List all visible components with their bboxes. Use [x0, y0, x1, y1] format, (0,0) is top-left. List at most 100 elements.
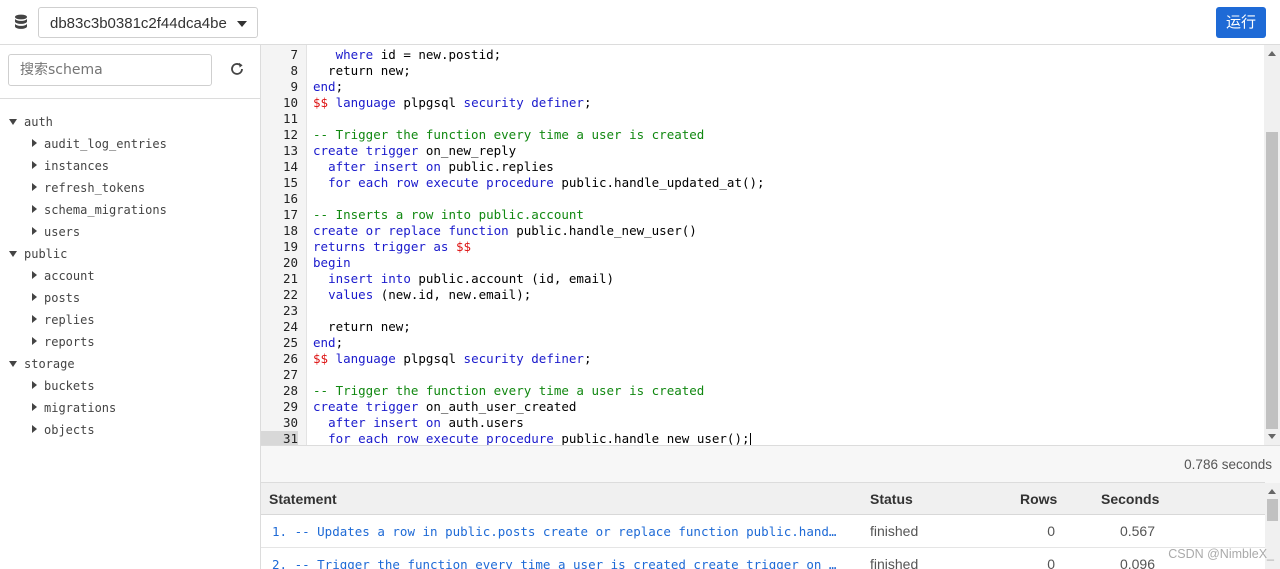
- chevron-down-icon: [237, 21, 247, 27]
- code-line[interactable]: 14 after insert on public.replies: [261, 159, 1264, 175]
- table-node[interactable]: reports: [0, 332, 260, 354]
- line-number: 27: [282, 367, 298, 382]
- line-number: 25: [282, 335, 298, 350]
- code-token: $$: [313, 95, 329, 110]
- tree-node-label: instances: [44, 159, 110, 173]
- code-line[interactable]: 22 values (new.id, new.email);: [261, 287, 1264, 303]
- schema-node[interactable]: public: [0, 244, 260, 266]
- code-token: public.account (id, email): [410, 271, 615, 286]
- caret-down-icon[interactable]: [9, 361, 17, 367]
- tree-node-label: refresh_tokens: [44, 181, 146, 195]
- line-number: 8: [290, 63, 298, 78]
- line-number: 16: [282, 191, 298, 206]
- code-line[interactable]: 13 create trigger on_new_reply: [261, 143, 1264, 159]
- code-line[interactable]: 21 insert into public.account (id, email…: [261, 271, 1264, 287]
- code-line[interactable]: 30 after insert on auth.users: [261, 415, 1264, 431]
- caret-right-icon[interactable]: [32, 227, 37, 235]
- code-line[interactable]: 11: [261, 111, 1264, 127]
- table-node[interactable]: instances: [0, 156, 260, 178]
- table-node[interactable]: replies: [0, 310, 260, 332]
- table-node[interactable]: refresh_tokens: [0, 178, 260, 200]
- table-node[interactable]: migrations: [0, 398, 260, 420]
- col-rows[interactable]: Rows: [1020, 491, 1057, 507]
- sql-editor[interactable]: 7 where id = new.postid; 8 return new; 9 en…: [261, 45, 1264, 445]
- code-line[interactable]: 29 create trigger on_auth_user_created: [261, 399, 1264, 415]
- table-node[interactable]: users: [0, 222, 260, 244]
- code-token: plpgsql: [395, 351, 464, 366]
- caret-right-icon[interactable]: [32, 293, 37, 301]
- scroll-up-icon[interactable]: [1268, 489, 1276, 494]
- code-line[interactable]: 7 where id = new.postid;: [261, 47, 1264, 63]
- caret-down-icon[interactable]: [9, 251, 17, 257]
- code-line[interactable]: 25 end;: [261, 335, 1264, 351]
- caret-right-icon[interactable]: [32, 425, 37, 433]
- code-line[interactable]: 12 -- Trigger the function every time a u…: [261, 127, 1264, 143]
- result-statement-link[interactable]: 1. -- Updates a row in public.posts crea…: [272, 524, 852, 539]
- editor-scrollbar[interactable]: [1264, 45, 1280, 445]
- table-node[interactable]: buckets: [0, 376, 260, 398]
- code-line[interactable]: 16: [261, 191, 1264, 207]
- code-token: ;: [335, 79, 344, 94]
- schema-node[interactable]: storage: [0, 354, 260, 376]
- table-node[interactable]: posts: [0, 288, 260, 310]
- code-line[interactable]: 18 create or replace function public.hand…: [261, 223, 1264, 239]
- code-line[interactable]: 31 for each row execute procedure public…: [261, 431, 1264, 445]
- schema-tree: auth audit_log_entries instances refresh_to…: [0, 112, 260, 442]
- table-node[interactable]: schema_migrations: [0, 200, 260, 222]
- caret-right-icon[interactable]: [32, 381, 37, 389]
- code-line[interactable]: 9 end;: [261, 79, 1264, 95]
- code-line[interactable]: 8 return new;: [261, 63, 1264, 79]
- code-line[interactable]: 10 $$ language plpgsql security definer;: [261, 95, 1264, 111]
- code-line[interactable]: 24 return new;: [261, 319, 1264, 335]
- caret-right-icon[interactable]: [32, 337, 37, 345]
- line-number: 15: [282, 175, 298, 190]
- schema-node[interactable]: auth: [0, 112, 260, 134]
- code-line[interactable]: 15 for each row execute procedure public…: [261, 175, 1264, 191]
- col-seconds[interactable]: Seconds: [1101, 491, 1159, 507]
- result-status: finished: [870, 523, 919, 539]
- run-button[interactable]: 运行: [1216, 7, 1266, 38]
- code-token: auth.users: [440, 415, 524, 430]
- code-line[interactable]: 19 returns trigger as $$: [261, 239, 1264, 255]
- result-row[interactable]: 2. -- Trigger the function every time a …: [261, 548, 1265, 569]
- table-node[interactable]: audit_log_entries: [0, 134, 260, 156]
- col-statement[interactable]: Statement: [269, 491, 337, 507]
- table-node[interactable]: account: [0, 266, 260, 288]
- code-line[interactable]: 23: [261, 303, 1264, 319]
- tree-node-label: objects: [44, 423, 95, 437]
- database-select[interactable]: db83c3b0381c2f44dca4be: [38, 7, 258, 38]
- code-token: create trigger: [313, 143, 419, 158]
- result-row[interactable]: 1. -- Updates a row in public.posts crea…: [261, 515, 1265, 548]
- editor-scrollbar-thumb[interactable]: [1266, 132, 1278, 429]
- schema-search-input[interactable]: [8, 54, 212, 86]
- code-line[interactable]: 20 begin: [261, 255, 1264, 271]
- caret-right-icon[interactable]: [32, 403, 37, 411]
- refresh-icon[interactable]: [229, 61, 245, 77]
- result-seconds: 0.096: [1119, 556, 1155, 569]
- code-token: $$: [456, 239, 472, 254]
- scroll-up-icon[interactable]: [1268, 51, 1276, 56]
- line-number: 20: [282, 255, 298, 270]
- result-statement-link[interactable]: 2. -- Trigger the function every time a …: [272, 557, 852, 569]
- tree-node-label: schema_migrations: [44, 203, 167, 217]
- line-number: 31: [261, 431, 298, 445]
- code-line[interactable]: 28 -- Trigger the function every time a u…: [261, 383, 1264, 399]
- code-token: public.handle_updated_at();: [553, 175, 765, 190]
- caret-right-icon[interactable]: [32, 315, 37, 323]
- code-line[interactable]: 27: [261, 367, 1264, 383]
- table-node[interactable]: objects: [0, 420, 260, 442]
- code-line[interactable]: 17 -- Inserts a row into public.account: [261, 207, 1264, 223]
- scroll-down-icon[interactable]: [1268, 434, 1276, 439]
- results-scrollbar-thumb[interactable]: [1267, 499, 1278, 521]
- caret-right-icon[interactable]: [32, 161, 37, 169]
- caret-right-icon[interactable]: [32, 139, 37, 147]
- database-select-value: db83c3b0381c2f44dca4be: [50, 15, 227, 32]
- col-status[interactable]: Status: [870, 491, 913, 507]
- caret-right-icon[interactable]: [32, 183, 37, 191]
- caret-down-icon[interactable]: [9, 119, 17, 125]
- caret-right-icon[interactable]: [32, 205, 37, 213]
- code-line[interactable]: 26 $$ language plpgsql security definer;: [261, 351, 1264, 367]
- caret-right-icon[interactable]: [32, 271, 37, 279]
